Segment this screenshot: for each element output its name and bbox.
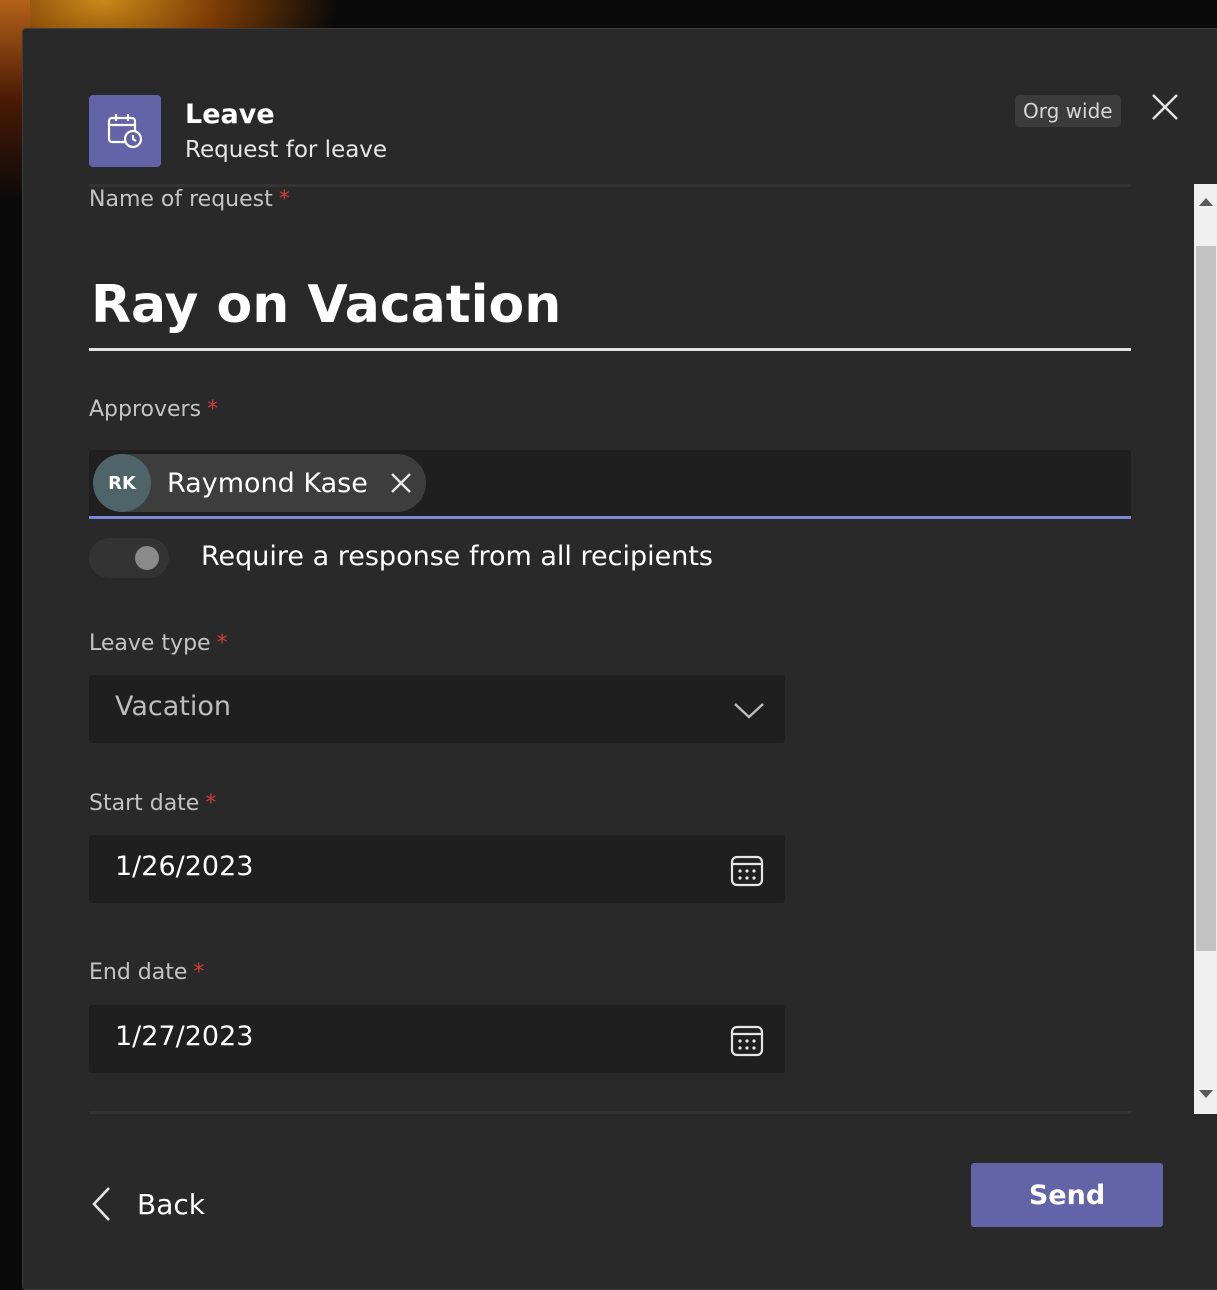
end-date-input[interactable]: 1/27/2023	[89, 1005, 785, 1073]
required-marker: *	[278, 187, 290, 212]
org-wide-badge: Org wide	[1015, 95, 1121, 127]
calendar-clock-icon	[89, 95, 161, 167]
back-button[interactable]: Back	[89, 1179, 205, 1229]
required-marker: *	[207, 397, 219, 422]
chevron-left-icon	[92, 1187, 110, 1221]
form-scrollbar[interactable]	[1194, 184, 1217, 1114]
leave-type-value: Vacation	[115, 691, 232, 722]
scroll-down-arrow-icon[interactable]	[1198, 1088, 1214, 1100]
require-all-toggle[interactable]	[89, 538, 169, 578]
end-date-value: 1/27/2023	[115, 1021, 254, 1052]
close-icon	[1152, 94, 1178, 120]
required-marker: *	[216, 631, 228, 656]
scrollbar-thumb[interactable]	[1196, 246, 1216, 951]
approver-name: Raymond Kase	[167, 467, 368, 499]
leave-type-label: Leave type *	[89, 631, 228, 656]
start-date-input[interactable]: 1/26/2023	[89, 835, 785, 903]
end-date-label: End date *	[89, 960, 205, 985]
scroll-up-arrow-icon[interactable]	[1198, 196, 1214, 208]
leave-request-dialog: Leave Request for leave Org wide Name of…	[22, 28, 1217, 1290]
required-marker: *	[193, 960, 205, 985]
toggle-knob	[135, 546, 159, 570]
required-marker: *	[205, 791, 217, 816]
footer-divider	[89, 1111, 1131, 1114]
leave-type-dropdown[interactable]: Vacation	[89, 675, 785, 743]
approvers-picker[interactable]: RK Raymond Kase	[89, 450, 1131, 519]
calendar-icon[interactable]	[729, 853, 765, 889]
remove-approver-button[interactable]	[388, 470, 414, 496]
close-button[interactable]	[1147, 89, 1183, 125]
approvers-label: Approvers *	[89, 397, 219, 422]
app-subtitle: Request for leave	[185, 137, 388, 163]
name-of-request-input[interactable]	[89, 261, 1131, 351]
start-date-value: 1/26/2023	[115, 851, 254, 882]
chevron-down-icon	[734, 703, 764, 719]
calendar-icon[interactable]	[729, 1023, 765, 1059]
approver-chip[interactable]: RK Raymond Kase	[93, 454, 426, 512]
close-icon	[390, 473, 411, 493]
send-button[interactable]: Send	[971, 1163, 1163, 1227]
back-label: Back	[137, 1187, 205, 1221]
name-of-request-label: Name of request *	[89, 187, 290, 212]
app-title: Leave	[185, 99, 275, 130]
start-date-label: Start date *	[89, 791, 217, 816]
require-all-label: Require a response from all recipients	[201, 541, 713, 572]
avatar: RK	[93, 454, 151, 512]
